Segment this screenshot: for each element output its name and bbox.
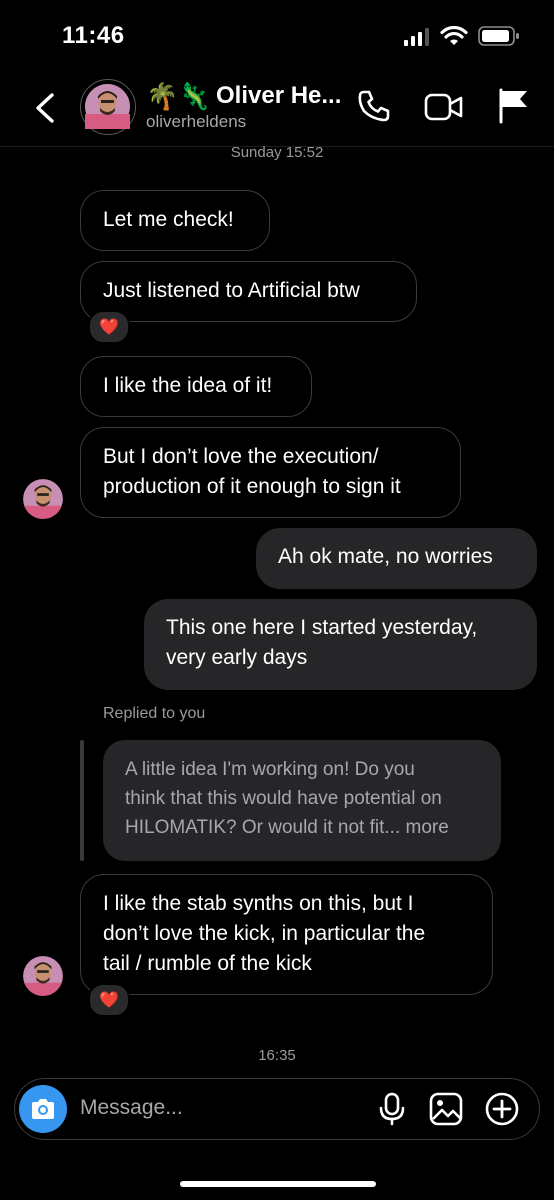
- plus-circle-icon: [485, 1092, 519, 1126]
- battery-icon: [478, 26, 520, 51]
- image-icon: [429, 1092, 463, 1126]
- header-emoji: 🌴🦎: [146, 81, 211, 111]
- message-line: production of it enough to sign it: [103, 475, 401, 498]
- message-line: very early days: [166, 646, 308, 669]
- timestamp: Sunday 15:52: [230, 144, 324, 161]
- reply-label: Replied to you: [103, 705, 206, 722]
- message-line: But I don’t love the execution/: [103, 445, 379, 468]
- quote-line: HILOMATIK? Or would it not fit... more: [125, 817, 449, 838]
- sender-avatar[interactable]: [23, 479, 63, 519]
- avatar-image: [85, 84, 130, 129]
- message-line: don’t love the kick, in particular the: [103, 922, 426, 945]
- quote-line: A little idea I'm working on! Do you: [125, 759, 415, 780]
- heart-icon: ❤️: [99, 319, 119, 336]
- phone-icon: [358, 90, 390, 122]
- avatar-image: [23, 956, 63, 996]
- gallery-button[interactable]: [429, 1092, 463, 1131]
- message-input[interactable]: Message...: [80, 1096, 183, 1120]
- wifi-icon: [440, 25, 468, 51]
- message-bubble-outgoing[interactable]: Ah ok mate, no worries: [256, 528, 537, 589]
- microphone-button[interactable]: [378, 1092, 406, 1131]
- heart-reaction[interactable]: ❤️: [88, 983, 130, 1017]
- message-bubble[interactable]: I like the stab synths on this, but I do…: [80, 874, 493, 995]
- camera-button[interactable]: [19, 1085, 67, 1133]
- heart-reaction[interactable]: ❤️: [88, 310, 130, 344]
- message-bubble[interactable]: I like the idea of it!: [80, 356, 312, 417]
- heart-icon: ❤️: [99, 992, 119, 1009]
- back-button[interactable]: [32, 92, 58, 129]
- message-bubble[interactable]: Just listened to Artificial btw: [80, 261, 417, 322]
- sender-avatar[interactable]: [23, 956, 63, 996]
- quoted-message[interactable]: A little idea I'm working on! Do you thi…: [103, 740, 501, 861]
- home-indicator: [180, 1181, 376, 1187]
- message-bubble[interactable]: But I don’t love the execution/ producti…: [80, 427, 461, 518]
- flag-icon: [499, 88, 527, 124]
- header-username[interactable]: oliverheldens: [146, 112, 246, 132]
- microphone-icon: [379, 1092, 405, 1126]
- add-button[interactable]: [485, 1092, 519, 1131]
- message-line: I like the stab synths on this, but I: [103, 892, 414, 915]
- avatar-image: [23, 479, 63, 519]
- message-bubble-outgoing[interactable]: This one here I started yesterday, very …: [144, 599, 537, 690]
- message-line: This one here I started yesterday,: [166, 616, 478, 639]
- flag-button[interactable]: [498, 88, 530, 129]
- message-bubble[interactable]: Let me check!: [80, 190, 270, 251]
- reply-bar: [80, 740, 84, 861]
- call-button[interactable]: [356, 88, 392, 129]
- timestamp: 16:35: [258, 1047, 296, 1064]
- message-line: tail / rumble of the kick: [103, 952, 312, 975]
- signal-icon: [404, 28, 430, 51]
- chevron-left-icon: [36, 93, 54, 123]
- video-camera-icon: [424, 93, 463, 121]
- status-time: 11:46: [62, 22, 125, 49]
- quote-line: think that this would have potential on: [125, 788, 442, 809]
- header-avatar[interactable]: [80, 79, 136, 135]
- video-call-button[interactable]: [424, 92, 464, 127]
- header-name[interactable]: Oliver He...: [216, 80, 341, 112]
- camera-icon: [32, 1099, 54, 1119]
